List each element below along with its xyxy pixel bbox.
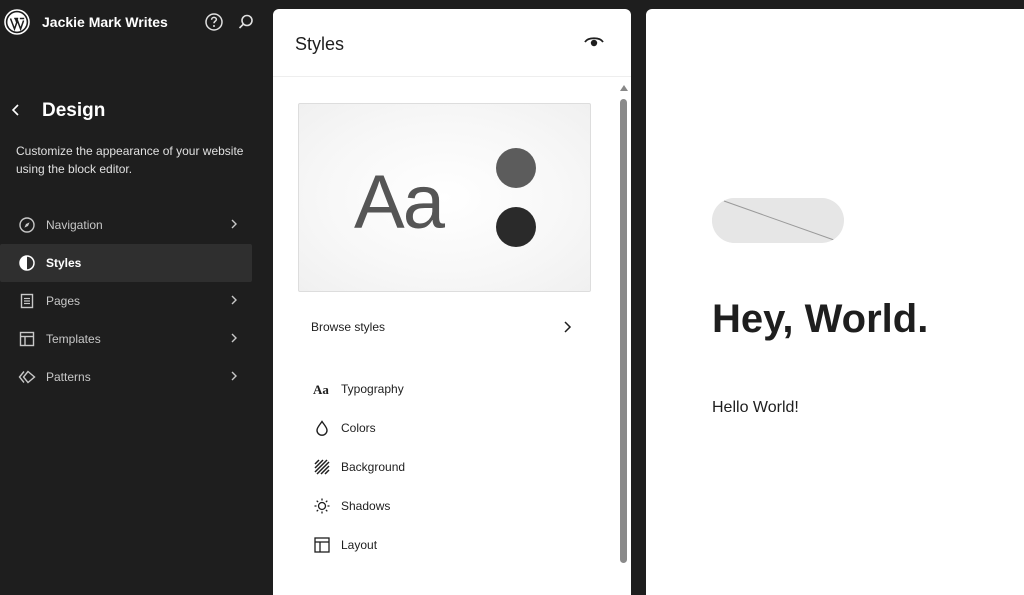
chevron-right-icon <box>231 371 237 381</box>
sidebar-item-styles[interactable]: Styles <box>0 244 252 282</box>
wordpress-logo-icon[interactable] <box>4 9 30 35</box>
design-header: Design <box>8 98 258 126</box>
menu-item-label: Colors <box>341 420 376 435</box>
droplet-icon <box>313 419 331 437</box>
menu-item-typography[interactable]: Aa Typography <box>313 369 573 408</box>
svg-text:Aa: Aa <box>313 382 329 396</box>
menu-item-label: Typography <box>341 381 404 396</box>
typography-sample: Aa <box>354 160 445 245</box>
layout-icon <box>313 536 331 554</box>
chevron-right-icon <box>564 321 572 333</box>
color-swatch-primary <box>496 148 536 188</box>
sidebar-item-patterns[interactable]: Patterns <box>0 358 252 396</box>
canvas-heading[interactable]: Hey, World. <box>712 297 928 342</box>
style-preview-card[interactable]: Aa <box>298 103 591 292</box>
sidebar-item-navigation[interactable]: Navigation <box>0 206 252 244</box>
back-chevron-icon[interactable] <box>8 102 24 118</box>
sidebar-item-label: Styles <box>46 256 82 270</box>
pages-icon <box>20 293 34 309</box>
menu-item-label: Background <box>341 459 406 474</box>
menu-item-background[interactable]: Background <box>313 447 573 486</box>
menu-item-shadows[interactable]: Shadows <box>313 486 573 525</box>
background-icon <box>313 458 331 476</box>
design-description: Customize the appearance of your website… <box>16 144 244 176</box>
canvas-paragraph[interactable]: Hello World! <box>712 399 799 417</box>
menu-item-colors[interactable]: Colors <box>313 408 573 447</box>
styles-menu: Aa Typography Colors Background Shadows … <box>313 369 573 564</box>
sidebar-item-templates[interactable]: Templates <box>0 320 252 358</box>
design-title: Design <box>42 100 106 121</box>
typography-icon: Aa <box>313 380 331 398</box>
sidebar-item-label: Templates <box>46 332 101 346</box>
site-title[interactable]: Jackie Mark Writes <box>42 14 168 30</box>
menu-item-label: Shadows <box>341 498 391 513</box>
navigation-compass-icon <box>19 217 35 233</box>
help-icon[interactable] <box>204 12 224 32</box>
design-navigation: Navigation Styles Pages Templates Patter… <box>0 206 252 396</box>
templates-layout-icon <box>19 331 35 347</box>
site-logo-placeholder[interactable] <box>712 198 844 243</box>
scroll-up-arrow-icon[interactable] <box>620 85 628 91</box>
sidebar-item-pages[interactable]: Pages <box>0 282 252 320</box>
eye-icon[interactable] <box>584 35 604 49</box>
sidebar-item-label: Patterns <box>46 370 91 384</box>
styles-panel: Styles Aa Browse styles Aa Typography Co… <box>273 9 631 595</box>
styles-panel-header: Styles <box>273 9 631 77</box>
sidebar-item-label: Navigation <box>46 218 103 232</box>
shadows-sun-icon <box>313 497 331 515</box>
patterns-diamond-icon <box>18 370 36 384</box>
menu-item-label: Layout <box>341 537 378 552</box>
browse-styles-button[interactable]: Browse styles <box>311 315 573 339</box>
sidebar-item-label: Pages <box>46 294 81 308</box>
browse-styles-label: Browse styles <box>311 320 386 334</box>
styles-half-circle-icon <box>19 255 35 271</box>
top-bar: Jackie Mark Writes <box>0 0 272 44</box>
styles-panel-title: Styles <box>295 34 345 54</box>
chevron-right-icon <box>231 295 237 305</box>
menu-item-layout[interactable]: Layout <box>313 525 573 564</box>
editor-canvas[interactable]: Hey, World. Hello World! <box>646 9 1024 595</box>
styles-panel-scrollbar[interactable] <box>619 85 629 565</box>
design-sidebar: Jackie Mark Writes Design Customize the … <box>0 0 272 595</box>
color-swatch-secondary <box>496 207 536 247</box>
chevron-right-icon <box>231 219 237 229</box>
scrollbar-thumb[interactable] <box>620 99 627 563</box>
chevron-right-icon <box>231 333 237 343</box>
search-icon[interactable] <box>236 12 256 32</box>
